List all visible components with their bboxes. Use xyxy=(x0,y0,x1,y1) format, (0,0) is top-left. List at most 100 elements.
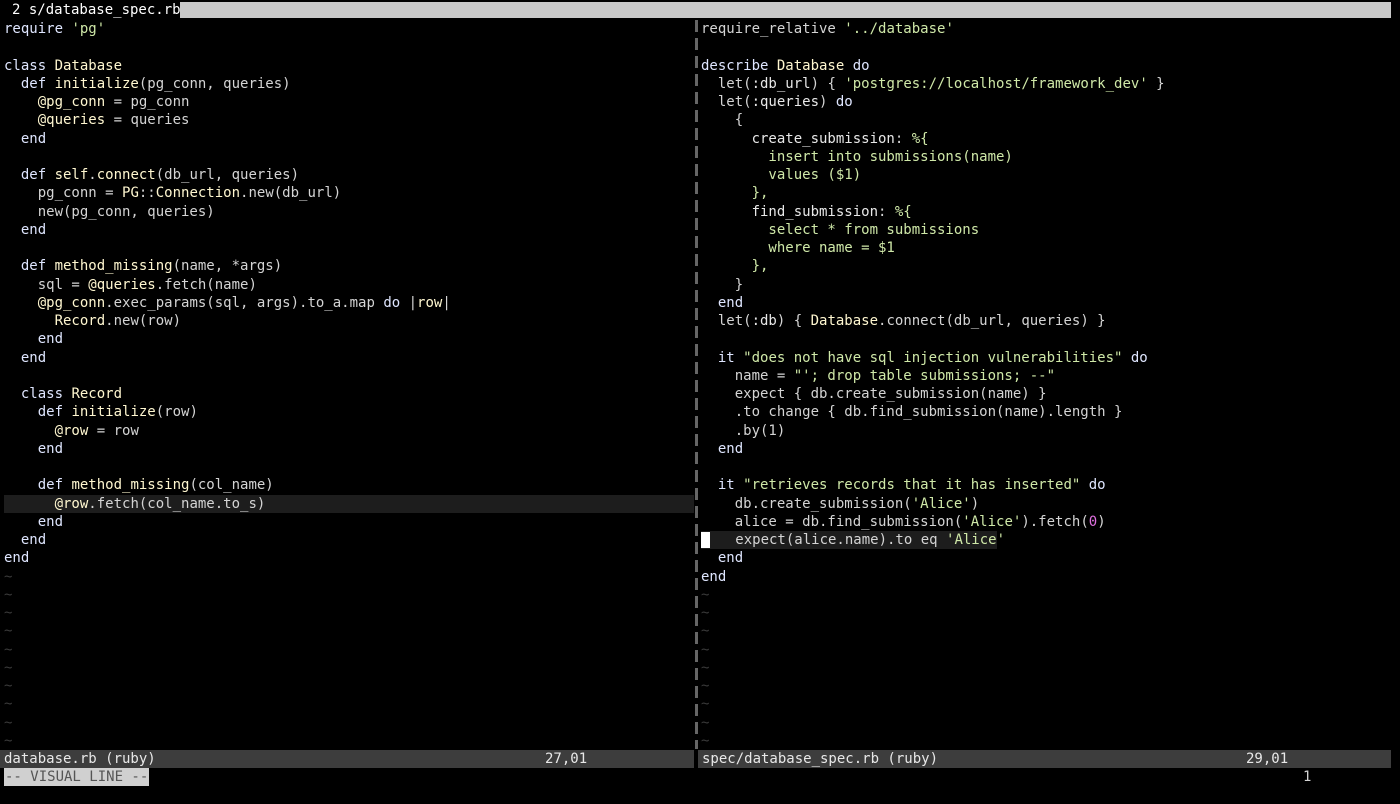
code-token: insert into submissions(name) xyxy=(701,148,1013,165)
code-line[interactable] xyxy=(701,38,1396,56)
code-token: it xyxy=(701,477,744,494)
code-line[interactable]: end xyxy=(701,568,1396,586)
code-token: @pg_conn xyxy=(4,294,106,311)
code-line[interactable]: }, xyxy=(701,257,1396,275)
code-line[interactable]: }, xyxy=(701,184,1396,202)
code-line[interactable]: find_submission: %{ xyxy=(701,203,1396,221)
code-line[interactable]: end xyxy=(4,349,694,367)
code-line[interactable]: @row = row xyxy=(4,422,694,440)
empty-line-tilde: ~ xyxy=(4,732,13,749)
empty-line-tilde: ~ xyxy=(701,732,710,749)
code-line[interactable]: def initialize(row) xyxy=(4,403,694,421)
code-line[interactable]: end xyxy=(4,549,694,567)
code-token: select * from submissions xyxy=(701,221,980,238)
code-token: .exec_params(sql, args).to_a.map xyxy=(105,294,384,311)
code-line[interactable]: def self.connect(db_url, queries) xyxy=(4,166,694,184)
code-token: values ($1) xyxy=(701,167,862,183)
code-line[interactable]: end xyxy=(4,531,694,549)
code-line[interactable]: pg_conn = PG::Connection.new(db_url) xyxy=(4,184,694,202)
code-token: 0 xyxy=(1088,513,1098,530)
code-token: Database xyxy=(776,57,845,74)
code-line[interactable]: def method_missing(name, *args) xyxy=(4,257,694,275)
code-line[interactable]: Record.new(row) xyxy=(4,312,694,330)
code-line[interactable]: name = "'; drop table submissions; --" xyxy=(701,367,1396,385)
code-line[interactable]: class Record xyxy=(4,385,694,403)
code-line[interactable]: end xyxy=(4,330,694,348)
code-line[interactable] xyxy=(701,330,1396,348)
editor-pane-database-spec-rb[interactable]: require_relative '../database' describe D… xyxy=(701,20,1396,749)
code-line[interactable]: sql = @queries.fetch(name) xyxy=(4,276,694,294)
code-token: ) xyxy=(970,495,980,512)
code-line[interactable]: alice = db.find_submission('Alice').fetc… xyxy=(701,513,1396,531)
code-token: .new(db_url) xyxy=(240,185,342,202)
code-token: self xyxy=(54,167,89,183)
code-token: .new(row) xyxy=(105,313,182,329)
code-line[interactable]: expect(alice.name).to eq 'Alice' xyxy=(701,531,1005,549)
code-token: end xyxy=(701,440,744,457)
empty-line-tilde: ~ xyxy=(701,586,710,603)
command-ruler: 1 xyxy=(1303,769,1312,785)
code-token: 'postgres://localhost/framework_dev' xyxy=(844,75,1148,92)
editor-pane-database-rb[interactable]: require 'pg' class Database def initializ… xyxy=(4,20,694,749)
code-line[interactable]: it "does not have sql injection vulnerab… xyxy=(701,349,1396,367)
statusline-right: spec/database_spec.rb (ruby) 29,01 xyxy=(698,750,1391,768)
code-token: end xyxy=(701,550,744,567)
empty-line-tilde: ~ xyxy=(4,641,13,658)
code-line[interactable]: } xyxy=(701,276,1396,294)
code-token: 'Alice' xyxy=(946,532,1006,548)
code-line[interactable]: @pg_conn = pg_conn xyxy=(4,93,694,111)
code-line[interactable]: end xyxy=(4,130,694,148)
code-line[interactable]: @row.fetch(col_name.to_s) xyxy=(4,494,694,513)
code-line[interactable]: values ($1) xyxy=(701,166,1396,184)
code-line[interactable]: select * from submissions xyxy=(701,221,1396,239)
code-line[interactable] xyxy=(701,458,1396,476)
code-line[interactable]: .to change { db.find_submission(name).le… xyxy=(701,403,1396,421)
code-line[interactable] xyxy=(4,239,694,257)
code-line[interactable]: new(pg_conn, queries) xyxy=(4,203,694,221)
code-token: method_missing xyxy=(71,477,190,494)
code-line[interactable]: end xyxy=(701,549,1396,567)
code-token: def xyxy=(4,477,72,494)
tab-database-spec[interactable]: 2 s/database_spec.rb xyxy=(0,0,181,20)
code-line[interactable]: insert into submissions(name) xyxy=(701,148,1396,166)
code-line[interactable]: describe Database do xyxy=(701,57,1396,75)
empty-line-tilde: ~ xyxy=(4,623,13,640)
code-token: : xyxy=(894,130,912,147)
code-line[interactable]: it "retrieves records that it has insert… xyxy=(701,476,1396,494)
code-token: def xyxy=(4,258,55,275)
code-line[interactable]: let(:queries) do xyxy=(701,93,1396,111)
code-token: do xyxy=(844,57,870,74)
code-line[interactable] xyxy=(4,458,694,476)
code-line[interactable] xyxy=(4,38,694,56)
code-line[interactable]: let(:db_url) { 'postgres://localhost/fra… xyxy=(701,75,1396,93)
code-token: connect xyxy=(96,167,156,183)
code-token: describe xyxy=(701,57,777,74)
code-line[interactable]: end xyxy=(4,440,694,458)
code-line[interactable]: def method_missing(col_name) xyxy=(4,476,694,494)
empty-line-tilde: ~ xyxy=(701,641,710,658)
code-line[interactable]: let(:db) { Database.connect(db_url, quer… xyxy=(701,312,1396,330)
code-line[interactable]: @queries = queries xyxy=(4,111,694,129)
code-token: } xyxy=(1147,75,1165,92)
code-line[interactable]: class Database xyxy=(4,57,694,75)
code-line[interactable]: end xyxy=(701,440,1396,458)
code-token: :db_url xyxy=(751,75,811,92)
code-line[interactable]: end xyxy=(701,294,1396,312)
code-line[interactable]: create_submission: %{ xyxy=(701,130,1396,148)
code-line[interactable]: end xyxy=(4,513,694,531)
code-line[interactable]: end xyxy=(4,221,694,239)
code-line[interactable] xyxy=(4,148,694,166)
code-line[interactable]: @pg_conn.exec_params(sql, args).to_a.map… xyxy=(4,294,694,312)
code-line[interactable]: { xyxy=(701,111,1396,129)
code-token: = queries xyxy=(105,112,190,129)
code-token: it xyxy=(701,349,744,366)
code-line[interactable]: require_relative '../database' xyxy=(701,20,1396,38)
code-line[interactable]: .by(1) xyxy=(701,422,1396,440)
code-line[interactable]: def initialize(pg_conn, queries) xyxy=(4,75,694,93)
code-token: def xyxy=(4,404,72,421)
code-line[interactable]: db.create_submission('Alice') xyxy=(701,495,1396,513)
code-line[interactable] xyxy=(4,367,694,385)
code-line[interactable]: require 'pg' xyxy=(4,20,694,38)
code-line[interactable]: expect { db.create_submission(name) } xyxy=(701,385,1396,403)
code-line[interactable]: where name = $1 xyxy=(701,239,1396,257)
